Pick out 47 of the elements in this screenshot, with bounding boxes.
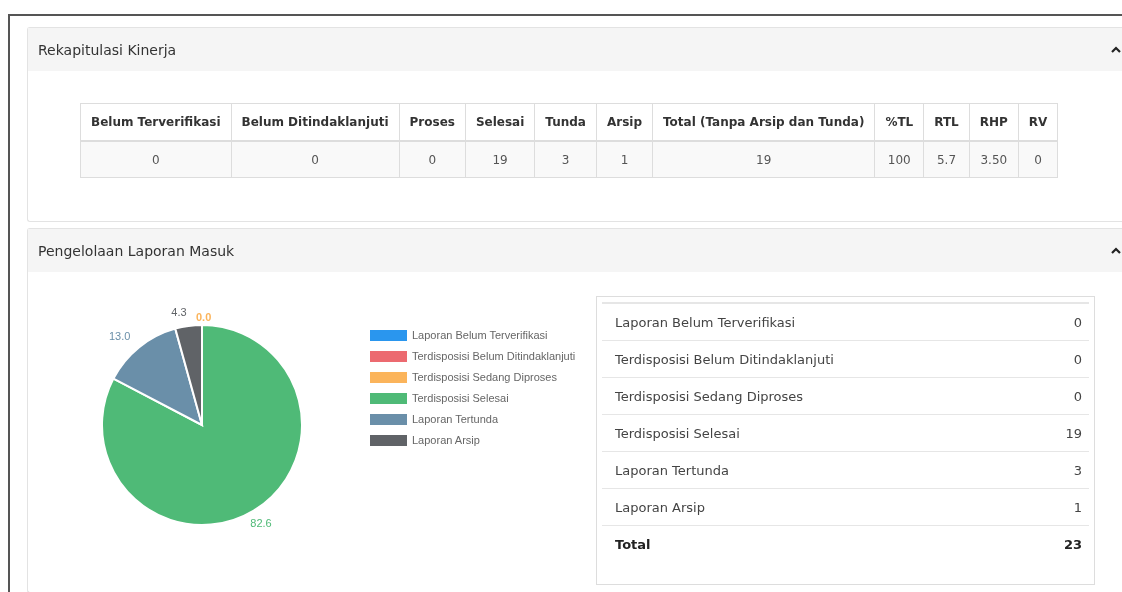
legend-label: Laporan Arsip [412, 434, 480, 446]
legend-item[interactable]: Laporan Arsip [370, 432, 576, 448]
table-cell: 0 [231, 141, 400, 178]
table-cell: 1 [596, 141, 653, 178]
legend-item[interactable]: Terdisposisi Belum Ditindaklanjuti [370, 348, 576, 364]
row-value: 23 [1063, 536, 1082, 552]
row-value: 19 [1065, 425, 1082, 441]
table-cell: 3 [534, 141, 597, 178]
collapse-icon[interactable] [1110, 245, 1122, 256]
row-value: 3 [1073, 462, 1082, 478]
collapse-icon[interactable] [1110, 44, 1122, 55]
legend-label: Terdisposisi Belum Ditindaklanjuti [412, 350, 576, 362]
row-label: Laporan Belum Terverifikasi [615, 314, 796, 330]
slice-label: 0.0 [196, 311, 212, 323]
row-label: Total [615, 536, 651, 552]
table-cell: 0 [1018, 141, 1058, 178]
row-label: Terdisposisi Selesai [615, 425, 740, 441]
slice-label: 13.0 [108, 330, 131, 343]
panel-header[interactable]: Rekapitulasi Kinerja [28, 28, 1122, 71]
panel-title: Rekapitulasi Kinerja [38, 41, 177, 58]
row-value: 0 [1073, 351, 1082, 367]
row-value: 0 [1073, 314, 1082, 330]
row-label: Laporan Tertunda [615, 462, 729, 478]
row-value: 0 [1073, 388, 1082, 404]
table-cell: 100 [874, 141, 924, 178]
legend-label: Laporan Tertunda [412, 413, 499, 425]
slice-label: 4.3 [171, 306, 187, 319]
table-cell: 3.50 [969, 141, 1019, 178]
legend-item[interactable]: Laporan Tertunda [370, 411, 576, 427]
legend-label: Laporan Belum Terverifikasi [412, 329, 548, 341]
table-cell: 0 [80, 141, 231, 178]
table-cell: 5.7 [923, 141, 970, 178]
table-cell: 19 [652, 141, 875, 178]
table-cell: 0 [399, 141, 466, 178]
legend-label: Terdisposisi Selesai [412, 392, 509, 404]
legend-item[interactable]: Terdisposisi Selesai [370, 390, 576, 406]
row-label: Terdisposisi Belum Ditindaklanjuti [615, 351, 834, 367]
row-value: 1 [1073, 499, 1082, 515]
table-cell: 19 [465, 141, 535, 178]
row-label: Laporan Arsip [615, 499, 705, 515]
row-label: Terdisposisi Sedang Diproses [615, 388, 804, 404]
legend-item[interactable]: Terdisposisi Sedang Diproses [370, 369, 576, 385]
slice-label: 82.6 [250, 516, 272, 529]
panel-header[interactable]: Pengelolaan Laporan Masuk [28, 229, 1122, 272]
panel-title: Pengelolaan Laporan Masuk [38, 242, 235, 259]
legend-label: Terdisposisi Sedang Diproses [412, 371, 557, 383]
legend-item[interactable]: Laporan Belum Terverifikasi [370, 327, 576, 343]
